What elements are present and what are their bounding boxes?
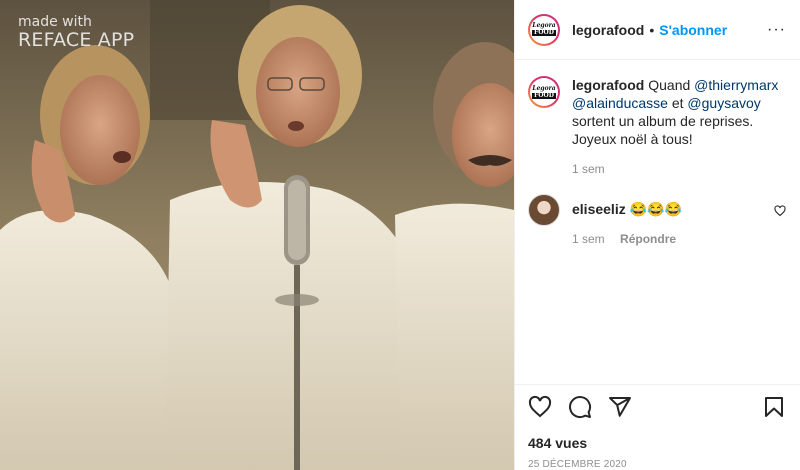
caption-text: sortent un album de reprises. Joyeux noë…: [572, 113, 754, 147]
watermark-line-1: made with: [18, 14, 92, 30]
comment-item: eliseeliz 😂😂😂 1 sem Répondre: [528, 194, 786, 248]
comment-timestamp[interactable]: 1 sem: [572, 232, 605, 246]
comment-like-heart-icon[interactable]: [774, 204, 786, 222]
header-username[interactable]: legorafood: [572, 22, 644, 38]
comment-icon[interactable]: [568, 395, 592, 419]
legorafood-logo: Legora FOOD: [532, 80, 556, 104]
caption-avatar[interactable]: Legora FOOD: [528, 76, 560, 108]
avatar[interactable]: Legora FOOD: [528, 13, 560, 46]
comment-meta: 1 sem Répondre: [572, 230, 688, 248]
post-date[interactable]: 25 DÉCEMBRE 2020: [528, 459, 786, 470]
mention-thierrymarx[interactable]: @thierrymarx: [694, 77, 778, 93]
header-separator: •: [649, 21, 655, 38]
reply-button[interactable]: Répondre: [620, 232, 676, 246]
follow-button[interactable]: S'abonner: [659, 22, 727, 38]
caption-body: legorafood Quand @thierrymarx @alainduca…: [572, 76, 786, 178]
action-icons: [528, 395, 786, 419]
comment-text: 😂😂😂: [629, 201, 682, 217]
video-frame: [0, 0, 514, 470]
view-count[interactable]: 484 vues: [528, 435, 786, 451]
reface-watermark: made with REFACE APP: [18, 14, 135, 52]
post-side-panel: Legora FOOD legorafood • S'abonner ··· L…: [514, 0, 800, 470]
caption-text: Quand: [648, 77, 691, 93]
comments-section: Legora FOOD legorafood Quand @thierrymar…: [515, 60, 800, 248]
post-actions: 484 vues 25 DÉCEMBRE 2020: [515, 384, 800, 470]
caption-meta: 1 sem: [572, 160, 786, 178]
caption-text: et: [671, 95, 684, 111]
caption-timestamp[interactable]: 1 sem: [572, 162, 605, 176]
logo-text-2: FOOD: [532, 91, 556, 99]
mention-alainducasse[interactable]: @alainducasse: [572, 95, 668, 111]
caption-username[interactable]: legorafood: [572, 77, 644, 93]
instagram-post: made with REFACE APP Legora FOOD legoraf…: [0, 0, 800, 470]
bookmark-icon[interactable]: [762, 395, 786, 419]
legorafood-logo: Legora FOOD: [532, 17, 556, 42]
watermark-line-2: REFACE APP: [18, 29, 135, 52]
post-header: Legora FOOD legorafood • S'abonner ···: [515, 0, 800, 60]
mention-guysavoy[interactable]: @guysavoy: [687, 95, 760, 111]
logo-text-1: Legora: [532, 84, 556, 92]
logo-text-2: FOOD: [532, 29, 556, 36]
comment-body: eliseeliz 😂😂😂 1 sem Répondre: [572, 194, 688, 248]
post-caption: Legora FOOD legorafood Quand @thierrymar…: [528, 76, 786, 178]
comment-username[interactable]: eliseeliz: [572, 201, 626, 217]
more-options-icon[interactable]: ···: [767, 21, 786, 39]
post-video[interactable]: made with REFACE APP: [0, 0, 514, 470]
comment-avatar[interactable]: [528, 194, 560, 226]
heart-icon[interactable]: [528, 395, 552, 419]
share-icon[interactable]: [608, 395, 632, 419]
